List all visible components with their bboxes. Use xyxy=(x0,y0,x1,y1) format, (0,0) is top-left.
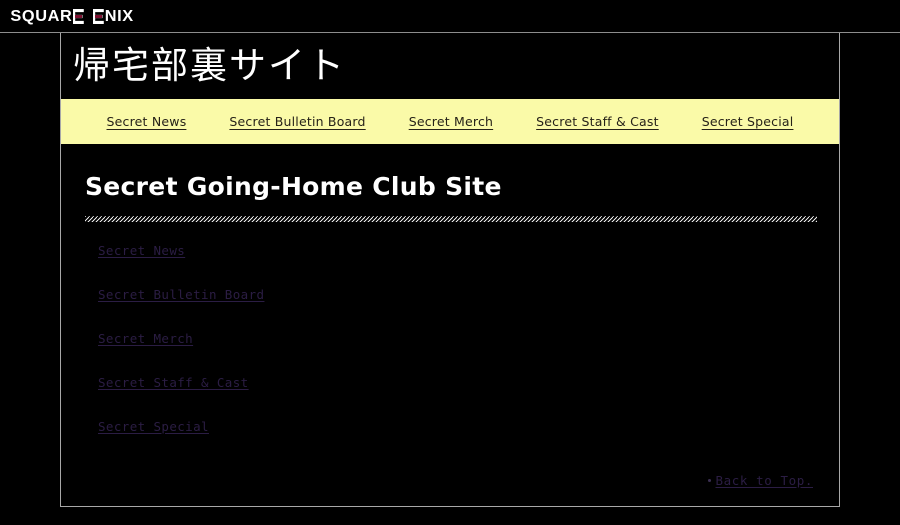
logo-e-glyph-1 xyxy=(72,9,84,24)
content-link-secret-news[interactable]: Secret News xyxy=(98,243,185,258)
square-enix-logo[interactable]: SQUAR NIX xyxy=(10,7,134,25)
content-link-secret-staff-and-cast[interactable]: Secret Staff & Cast xyxy=(98,375,249,390)
nav-item-secret-staff-and-cast[interactable]: Secret Staff & Cast xyxy=(536,114,659,129)
logo-word-square: SQUAR xyxy=(10,7,85,25)
content-frame: 帰宅部裏サイト Secret News Secret Bulletin Boar… xyxy=(60,33,840,507)
list-item: Secret Special xyxy=(98,418,813,436)
corporate-logo-bar: SQUAR NIX xyxy=(0,0,900,33)
list-item: Secret Bulletin Board xyxy=(98,286,813,304)
back-to-top-row[interactable]: Back to Top. xyxy=(708,473,813,488)
content-link-secret-special[interactable]: Secret Special xyxy=(98,419,209,434)
logo-word-enix: NIX xyxy=(92,7,134,25)
logo-text-nix: NIX xyxy=(104,7,134,25)
section-link-list: Secret News Secret Bulletin Board Secret… xyxy=(85,242,813,436)
back-to-top-link[interactable]: Back to Top. xyxy=(715,473,813,488)
content-link-secret-bulletin-board[interactable]: Secret Bulletin Board xyxy=(98,287,264,302)
list-item: Secret Staff & Cast xyxy=(98,374,813,392)
site-banner: 帰宅部裏サイト xyxy=(61,33,839,99)
list-item: Secret News xyxy=(98,242,813,260)
title-divider xyxy=(85,216,817,222)
nav-item-secret-merch[interactable]: Secret Merch xyxy=(409,114,493,129)
page-root: SQUAR NIX 帰宅部裏サイト Secret News Secret Bul… xyxy=(0,0,900,525)
bullet-icon xyxy=(708,478,712,482)
content-link-secret-merch[interactable]: Secret Merch xyxy=(98,331,193,346)
nav-item-secret-bulletin-board[interactable]: Secret Bulletin Board xyxy=(229,114,365,129)
logo-text-square: SQUAR xyxy=(10,7,73,25)
nav-item-secret-news[interactable]: Secret News xyxy=(107,114,187,129)
main-content: Secret Going-Home Club Site Secret News … xyxy=(61,144,839,506)
logo-e-glyph-2 xyxy=(92,9,104,24)
nav-item-secret-special[interactable]: Secret Special xyxy=(702,114,794,129)
list-item: Secret Merch xyxy=(98,330,813,348)
site-title: 帰宅部裏サイト xyxy=(73,44,346,87)
primary-navigation: Secret News Secret Bulletin Board Secret… xyxy=(61,99,839,144)
page-title: Secret Going-Home Club Site xyxy=(85,172,502,201)
